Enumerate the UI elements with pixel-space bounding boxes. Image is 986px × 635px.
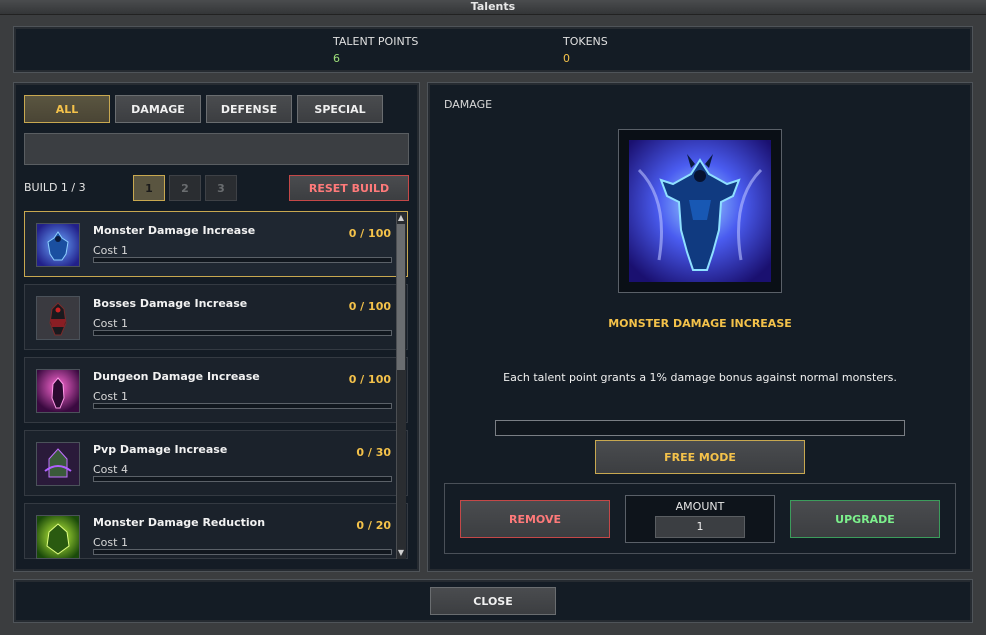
blue-demon-icon: [36, 223, 80, 267]
talent-portrait: [618, 129, 782, 293]
talent-cost: Cost 1: [93, 390, 128, 403]
talent-level: 0 / 30: [356, 446, 391, 459]
talent-progress-bar: [93, 257, 392, 263]
talent-level: 0 / 20: [356, 519, 391, 532]
build-page-1-button[interactable]: 1: [133, 175, 165, 201]
talent-name: Monster Damage Increase: [93, 224, 256, 237]
build-label: BUILD 1 / 3: [24, 181, 86, 194]
talent-progress-bar: [93, 330, 392, 336]
talent-name: Pvp Damage Increase: [93, 443, 228, 456]
talent-level: 0 / 100: [348, 373, 391, 386]
detail-category: DAMAGE: [444, 98, 493, 111]
amount-label: AMOUNT: [675, 500, 725, 513]
build-page-2-button[interactable]: 2: [169, 175, 201, 201]
upgrade-button[interactable]: UPGRADE: [790, 500, 940, 538]
talent-row-monster-damage-increase[interactable]: Monster Damage Increase 0 / 100 Cost 1: [24, 211, 408, 277]
green-beast-icon: [36, 515, 80, 559]
talent-level: 0 / 100: [348, 227, 391, 240]
talent-cost: Cost 1: [93, 536, 128, 549]
free-mode-button[interactable]: FREE MODE: [595, 440, 805, 474]
talent-progress-bar: [93, 403, 392, 409]
talent-points-value: 6: [333, 52, 340, 65]
talent-row-monster-damage-reduction[interactable]: Monster Damage Reduction 0 / 20 Cost 1: [24, 503, 408, 559]
scroll-up-arrow-icon[interactable]: ▲: [397, 213, 405, 223]
talent-name: Monster Damage Reduction: [93, 516, 266, 529]
close-button[interactable]: CLOSE: [430, 587, 556, 615]
detail-description: Each talent point grants a 1% damage bon…: [503, 371, 897, 384]
scroll-down-arrow-icon[interactable]: ▼: [397, 548, 405, 558]
talent-name: Bosses Damage Increase: [93, 297, 248, 310]
purple-hooded-icon: [36, 442, 80, 486]
filter-all-button[interactable]: ALL: [24, 95, 110, 123]
talent-row-bosses-damage-increase[interactable]: Bosses Damage Increase 0 / 100 Cost 1: [24, 284, 408, 350]
build-page-3-button[interactable]: 3: [205, 175, 237, 201]
window-title: Talents: [0, 0, 986, 15]
remove-button[interactable]: REMOVE: [460, 500, 610, 538]
talent-progress-bar: [93, 476, 392, 482]
scrollbar-thumb[interactable]: [397, 224, 405, 370]
amount-input[interactable]: 1: [655, 516, 745, 538]
talent-cost: Cost 1: [93, 244, 128, 257]
talent-row-dungeon-damage-increase[interactable]: Dungeon Damage Increase 0 / 100 Cost 1: [24, 357, 408, 423]
search-field[interactable]: [24, 133, 409, 165]
filter-damage-button[interactable]: DAMAGE: [115, 95, 201, 123]
blue-demon-portrait-icon: [629, 140, 771, 282]
detail-title: MONSTER DAMAGE INCREASE: [608, 317, 792, 330]
talent-cost: Cost 1: [93, 317, 128, 330]
tokens-label: TOKENS: [563, 35, 608, 48]
filter-defense-button[interactable]: DEFENSE: [206, 95, 292, 123]
magenta-warrior-icon: [36, 369, 80, 413]
stats-panel: [14, 27, 972, 72]
tokens-value: 0: [563, 52, 570, 65]
talent-level: 0 / 100: [348, 300, 391, 313]
detail-progress-bar: [495, 420, 905, 436]
talent-cost: Cost 4: [93, 463, 128, 476]
talent-points-label: TALENT POINTS: [333, 35, 419, 48]
talent-progress-bar: [93, 549, 392, 555]
talent-name: Dungeon Damage Increase: [93, 370, 260, 383]
reset-build-button[interactable]: RESET BUILD: [289, 175, 409, 201]
dark-knight-icon: [36, 296, 80, 340]
filter-special-button[interactable]: SPECIAL: [297, 95, 383, 123]
talent-row-pvp-damage-increase[interactable]: Pvp Damage Increase 0 / 30 Cost 4: [24, 430, 408, 496]
